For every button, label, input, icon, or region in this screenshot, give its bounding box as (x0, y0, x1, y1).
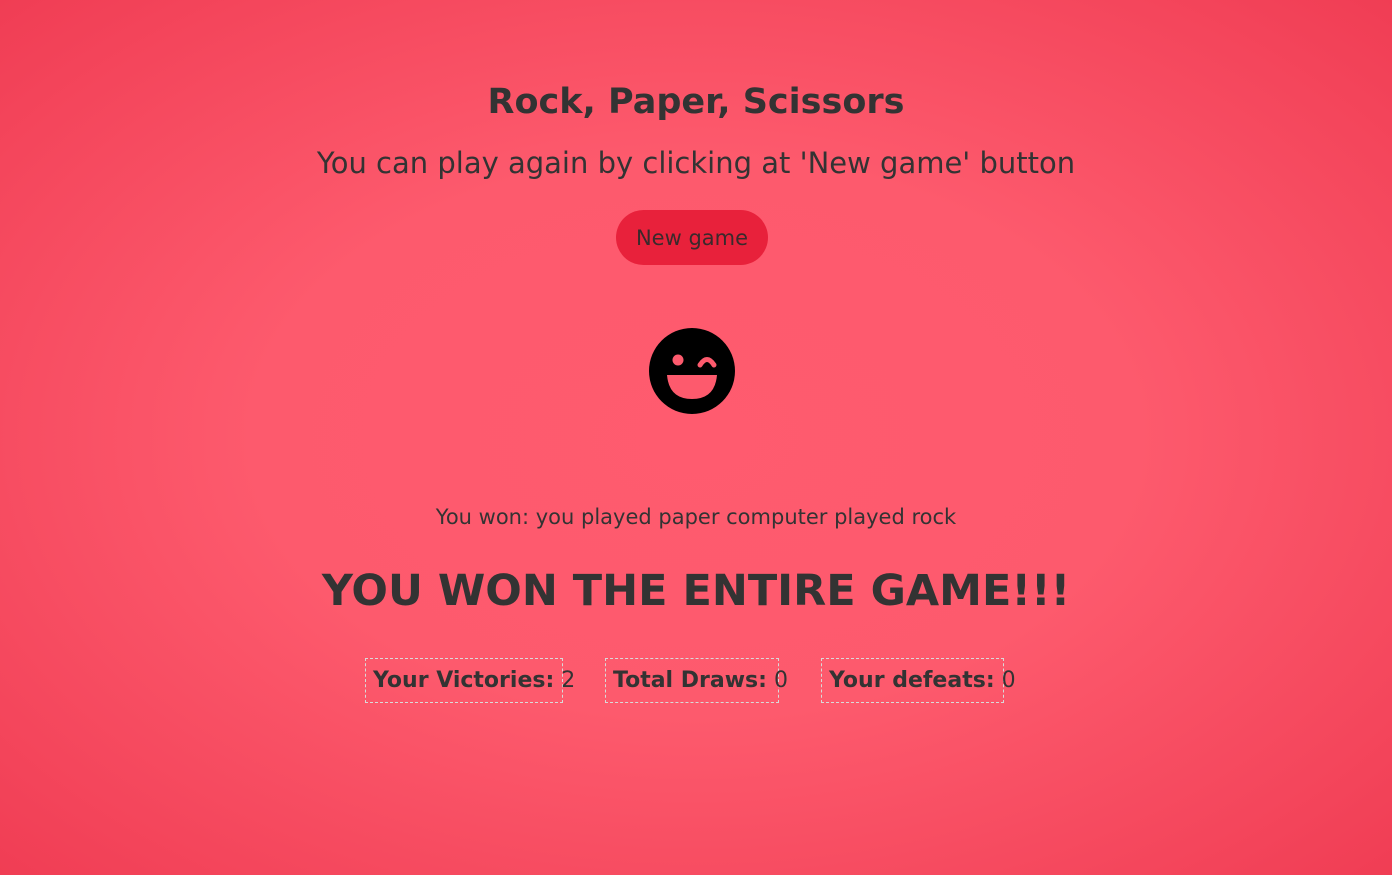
winking-laughing-face-icon (648, 327, 736, 415)
draws-value: 0 (773, 668, 788, 693)
round-result-message: You won: you played paper computer playe… (435, 505, 957, 529)
defeats-value: 0 (1001, 668, 1016, 693)
defeats-label: Your defeats: (829, 668, 995, 693)
game-title: Rock, Paper, Scissors (487, 82, 905, 122)
victories-label: Your Victories: (373, 668, 555, 693)
final-result-message: YOU WON THE ENTIRE GAME!!! (321, 566, 1071, 616)
victories-counter: Your Victories: 2 (365, 658, 575, 703)
new-game-button[interactable]: New game (616, 210, 768, 265)
defeats-counter: Your defeats: 0 (821, 658, 1016, 703)
draws-counter: Total Draws: 0 (605, 658, 788, 703)
victories-value: 2 (561, 668, 576, 693)
play-again-hint: You can play again by clicking at 'New g… (316, 146, 1076, 180)
draws-label: Total Draws: (613, 668, 767, 693)
